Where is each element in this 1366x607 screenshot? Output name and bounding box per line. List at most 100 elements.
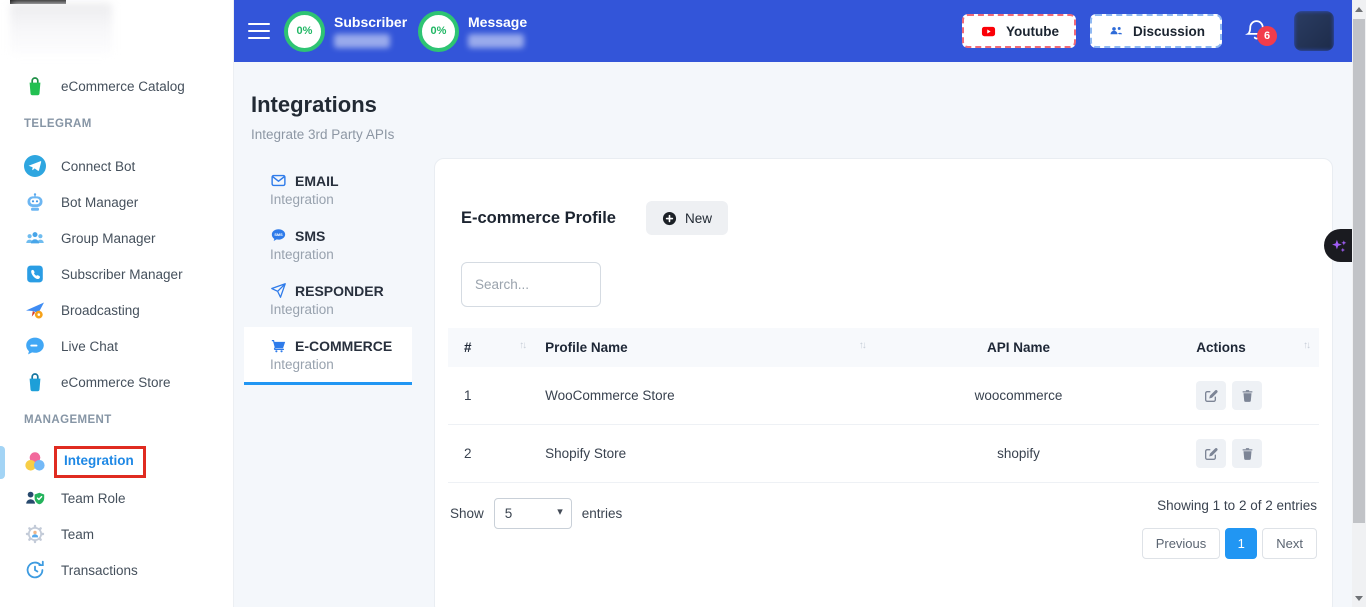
sidebar-item-label: eCommerce Catalog [61, 79, 185, 94]
user-avatar[interactable] [1294, 11, 1334, 51]
row-index: 2 [448, 425, 535, 483]
sidebar-item-bot-manager[interactable]: Bot Manager [0, 184, 233, 220]
top-navbar: 0% Subscriber 0% Message Youtube Di [234, 0, 1352, 62]
youtube-icon [979, 24, 998, 39]
edit-button[interactable] [1196, 381, 1226, 410]
sidebar-item-label: Live Chat [61, 339, 118, 354]
sidebar-item-live-chat[interactable]: Live Chat [0, 328, 233, 364]
show-label: Show [450, 506, 484, 521]
discussion-button[interactable]: Discussion [1090, 14, 1222, 48]
shopping-bag-blue-icon [23, 370, 47, 394]
shopping-bag-green-icon [23, 74, 47, 98]
pagination-previous-button[interactable]: Previous [1142, 528, 1221, 559]
row-api-name: woocommerce [875, 367, 1162, 425]
subnav-subtitle: Integration [270, 357, 412, 372]
youtube-button[interactable]: Youtube [962, 14, 1076, 48]
table-header-row: #↑↓ Profile Name↑↓ API Name Actions↑↓ [448, 328, 1319, 367]
table-row: 2 Shopify Store shopify [448, 425, 1319, 483]
page-size-select[interactable]: 5 [494, 498, 572, 529]
app-logo-blurred [10, 3, 112, 55]
column-header-actions[interactable]: Actions↑↓ [1162, 328, 1319, 367]
svg-text:SMS: SMS [274, 233, 283, 237]
sidebar-item-team-role[interactable]: Team Role [0, 480, 233, 516]
scrollbar-up-arrow[interactable] [1352, 2, 1366, 16]
plus-circle-icon [662, 211, 677, 226]
message-stat: 0% Message [418, 11, 544, 52]
subnav-title: RESPONDER [295, 283, 384, 299]
sidebar-item-ecommerce-catalog[interactable]: eCommerce Catalog [0, 68, 233, 104]
pagination-next-button[interactable]: Next [1262, 528, 1317, 559]
sidebar-item-integration[interactable]: Integration [0, 444, 233, 480]
sort-icon[interactable]: ↑↓ [519, 340, 525, 351]
column-header-profile-name[interactable]: Profile Name↑↓ [535, 328, 875, 367]
people-group-icon [23, 226, 47, 250]
sidebar-section-management: MANAGEMENT [24, 414, 233, 430]
chat-bubble-icon [23, 334, 47, 358]
people-discussion-icon [1107, 23, 1125, 39]
gear-person-icon [23, 522, 47, 546]
new-button-label: New [685, 211, 712, 226]
sidebar-item-label: Broadcasting [61, 303, 140, 318]
edit-pencil-icon [1203, 388, 1219, 404]
row-profile-name: WooCommerce Store [535, 367, 875, 425]
row-api-name: shopify [875, 425, 1162, 483]
contact-phone-book-icon [23, 262, 47, 286]
discussion-button-label: Discussion [1133, 24, 1205, 39]
subscriber-progress-ring: 0% [284, 11, 325, 52]
email-icon [270, 172, 287, 189]
message-percent: 0% [431, 25, 447, 37]
paper-plane-icon [270, 282, 287, 299]
sidebar: eCommerce Catalog TELEGRAM Connect Bot B… [0, 0, 234, 607]
sort-icon[interactable]: ↑↓ [1303, 340, 1309, 351]
youtube-button-label: Youtube [1006, 24, 1059, 39]
annotation-red-box: Integration [54, 446, 146, 478]
new-profile-button[interactable]: New [646, 201, 728, 235]
sort-icon[interactable]: ↑↓ [859, 340, 865, 351]
subnav-title: EMAIL [295, 173, 339, 189]
column-header-api-name[interactable]: API Name [875, 328, 1162, 367]
window-scrollbar [1352, 0, 1366, 607]
trash-icon [1240, 388, 1255, 404]
edit-button[interactable] [1196, 439, 1226, 468]
notification-bell[interactable]: 6 [1244, 17, 1270, 45]
pagination-page-1-button[interactable]: 1 [1225, 528, 1257, 559]
main-content: Integrations Integrate 3rd Party APIs EM… [234, 62, 1352, 607]
scrollbar-down-arrow[interactable] [1352, 591, 1366, 605]
subnav-email-integration[interactable]: EMAIL Integration [244, 162, 412, 217]
subnav-subtitle: Integration [270, 247, 412, 262]
subnav-ecommerce-integration[interactable]: E-COMMERCE Integration [244, 327, 412, 385]
sidebar-item-broadcasting[interactable]: Broadcasting [0, 292, 233, 328]
robot-icon [23, 190, 47, 214]
edit-pencil-icon [1203, 446, 1219, 462]
sidebar-item-group-manager[interactable]: Group Manager [0, 220, 233, 256]
sidebar-item-label: eCommerce Store [61, 375, 171, 390]
subscriber-value-redacted [334, 34, 390, 48]
sms-bubble-icon: SMS [270, 227, 287, 244]
ai-assistant-button[interactable] [1324, 229, 1352, 262]
showing-entries-text: Showing 1 to 2 of 2 entries [1157, 498, 1317, 513]
sidebar-item-connect-bot[interactable]: Connect Bot [0, 148, 233, 184]
hamburger-menu-icon[interactable] [248, 23, 270, 39]
notification-count-badge: 6 [1257, 26, 1277, 46]
page-subtitle: Integrate 3rd Party APIs [251, 127, 1352, 142]
sidebar-item-transactions[interactable]: Transactions [0, 552, 233, 588]
clock-history-icon [23, 558, 47, 582]
sidebar-item-label: Bot Manager [61, 195, 138, 210]
subnav-responder-integration[interactable]: RESPONDER Integration [244, 272, 412, 327]
sidebar-item-team[interactable]: Team [0, 516, 233, 552]
subscriber-percent: 0% [297, 25, 313, 37]
subnav-subtitle: Integration [270, 192, 412, 207]
entries-label: entries [582, 506, 623, 521]
sidebar-item-ecommerce-store[interactable]: eCommerce Store [0, 364, 233, 400]
subnav-sms-integration[interactable]: SMS SMS Integration [244, 217, 412, 272]
profiles-table: #↑↓ Profile Name↑↓ API Name Actions↑↓ 1 … [435, 328, 1332, 483]
delete-button[interactable] [1232, 381, 1262, 410]
sidebar-item-subscriber-manager[interactable]: Subscriber Manager [0, 256, 233, 292]
column-header-index[interactable]: #↑↓ [448, 328, 535, 367]
scrollbar-thumb[interactable] [1353, 19, 1365, 523]
sidebar-item-label: Transactions [61, 563, 138, 578]
broadcast-plane-icon [23, 298, 47, 322]
search-input[interactable] [461, 262, 601, 307]
delete-button[interactable] [1232, 439, 1262, 468]
integration-circles-icon [23, 450, 47, 474]
